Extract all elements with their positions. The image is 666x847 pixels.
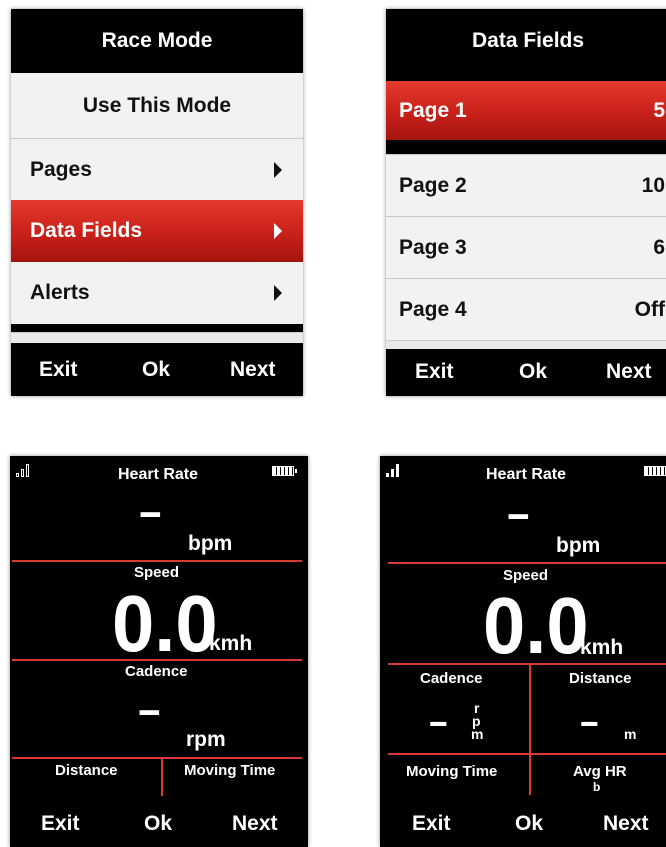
signal-icon	[386, 464, 402, 477]
menu-item-page-3[interactable]: Page 3 6	[386, 216, 666, 278]
moving-time-label: Moving Time	[184, 762, 276, 779]
ok-button[interactable]: Ok	[515, 812, 543, 836]
menu-item-page-4[interactable]: Page 4 Off	[386, 278, 666, 340]
menu-item-label: Use This Mode	[82, 93, 232, 117]
avg-hr-unit: b	[593, 780, 601, 794]
distance-unit: m	[624, 726, 637, 742]
menu-item-label: Page 1	[399, 98, 467, 122]
battery-icon	[272, 466, 297, 476]
signal-icon	[16, 464, 32, 477]
menu-item-value: 10	[641, 173, 665, 197]
exit-button[interactable]: Exit	[41, 812, 80, 836]
ok-button[interactable]: Ok	[519, 360, 547, 384]
page-title: Heart Rate	[118, 466, 199, 483]
menu-item-value: 5	[653, 98, 665, 122]
heart-rate-value: --	[139, 490, 162, 534]
divider	[12, 659, 302, 661]
menu-item-page-1[interactable]: Page 1 5	[386, 81, 666, 140]
divider	[161, 757, 163, 796]
divider	[529, 665, 531, 795]
distance-label: Distance	[569, 670, 632, 687]
menu-item-use-this-mode[interactable]: Use This Mode	[11, 73, 303, 138]
distance-label: Distance	[55, 762, 118, 779]
play-arrow-icon	[274, 223, 282, 239]
exit-button[interactable]: Exit	[415, 360, 454, 384]
heart-rate-unit: bpm	[188, 532, 233, 555]
screen-title: Data Fields	[472, 29, 585, 52]
next-button[interactable]: Next	[606, 360, 652, 384]
data-fields-screen: Data Fields Page 1 5 Page 2 10 Page 3 6 …	[386, 9, 666, 396]
cadence-unit: rpm	[186, 728, 226, 751]
divider	[388, 562, 666, 564]
divider	[388, 663, 666, 665]
menu-item-pages[interactable]: Pages	[11, 138, 303, 200]
menu-item-label: Page 3	[399, 235, 467, 259]
exit-button[interactable]: Exit	[39, 358, 78, 382]
avg-hr-label: Avg HR	[573, 763, 627, 780]
menu-item-value: Off	[634, 297, 665, 321]
menu-item-label: Pages	[30, 157, 92, 181]
cadence-label: Cadence	[420, 670, 483, 687]
menu-item-value: 6	[653, 235, 665, 259]
heart-rate-value: --	[507, 492, 530, 536]
play-arrow-icon	[274, 162, 282, 178]
heart-rate-unit: bpm	[556, 534, 601, 557]
menu-item-label: Data Fields	[30, 219, 143, 242]
menu-item-alerts[interactable]: Alerts	[11, 262, 303, 324]
distance-value: --	[580, 703, 599, 741]
menu-item-page-2[interactable]: Page 2 10	[386, 154, 666, 216]
speed-value: 0.0	[483, 581, 589, 670]
menu-item-data-fields[interactable]: Data Fields	[11, 200, 303, 262]
speed-unit: kmh	[580, 636, 624, 659]
menu-item-label: Page 2	[399, 173, 467, 197]
menu-item-label: Alerts	[30, 281, 90, 304]
moving-time-label: Moving Time	[406, 763, 498, 780]
data-page-screen-2: Heart Rate -- bpm Speed 0.0 kmh Cadence …	[380, 456, 666, 847]
cadence-value: --	[138, 688, 161, 732]
page-title: Heart Rate	[486, 466, 567, 483]
softkey-bar: Exit Ok Next	[386, 348, 666, 396]
divider	[388, 753, 666, 755]
play-arrow-icon	[274, 285, 282, 301]
cadence-unit-m: m	[471, 726, 484, 742]
divider	[12, 757, 302, 759]
screen-title: Race Mode	[101, 29, 213, 52]
cadence-value: --	[429, 703, 448, 741]
softkey-bar: Exit Ok Next	[11, 342, 303, 396]
data-page-screen-1: Heart Rate -- bpm Speed 0.0 kmh Cadence …	[10, 456, 308, 847]
speed-value: 0.0	[112, 579, 218, 668]
next-button[interactable]: Next	[232, 812, 278, 836]
cadence-label: Cadence	[125, 663, 188, 680]
menu-item-label: Page 4	[399, 297, 467, 321]
battery-icon	[644, 466, 666, 476]
next-button[interactable]: Next	[603, 812, 649, 836]
ok-button[interactable]: Ok	[144, 812, 172, 836]
race-mode-screen: Race Mode Use This Mode Pages Data Field…	[11, 9, 303, 396]
speed-unit: kmh	[209, 632, 253, 655]
divider	[12, 560, 302, 562]
exit-button[interactable]: Exit	[412, 812, 451, 836]
next-button[interactable]: Next	[230, 358, 276, 382]
ok-button[interactable]: Ok	[142, 358, 170, 382]
